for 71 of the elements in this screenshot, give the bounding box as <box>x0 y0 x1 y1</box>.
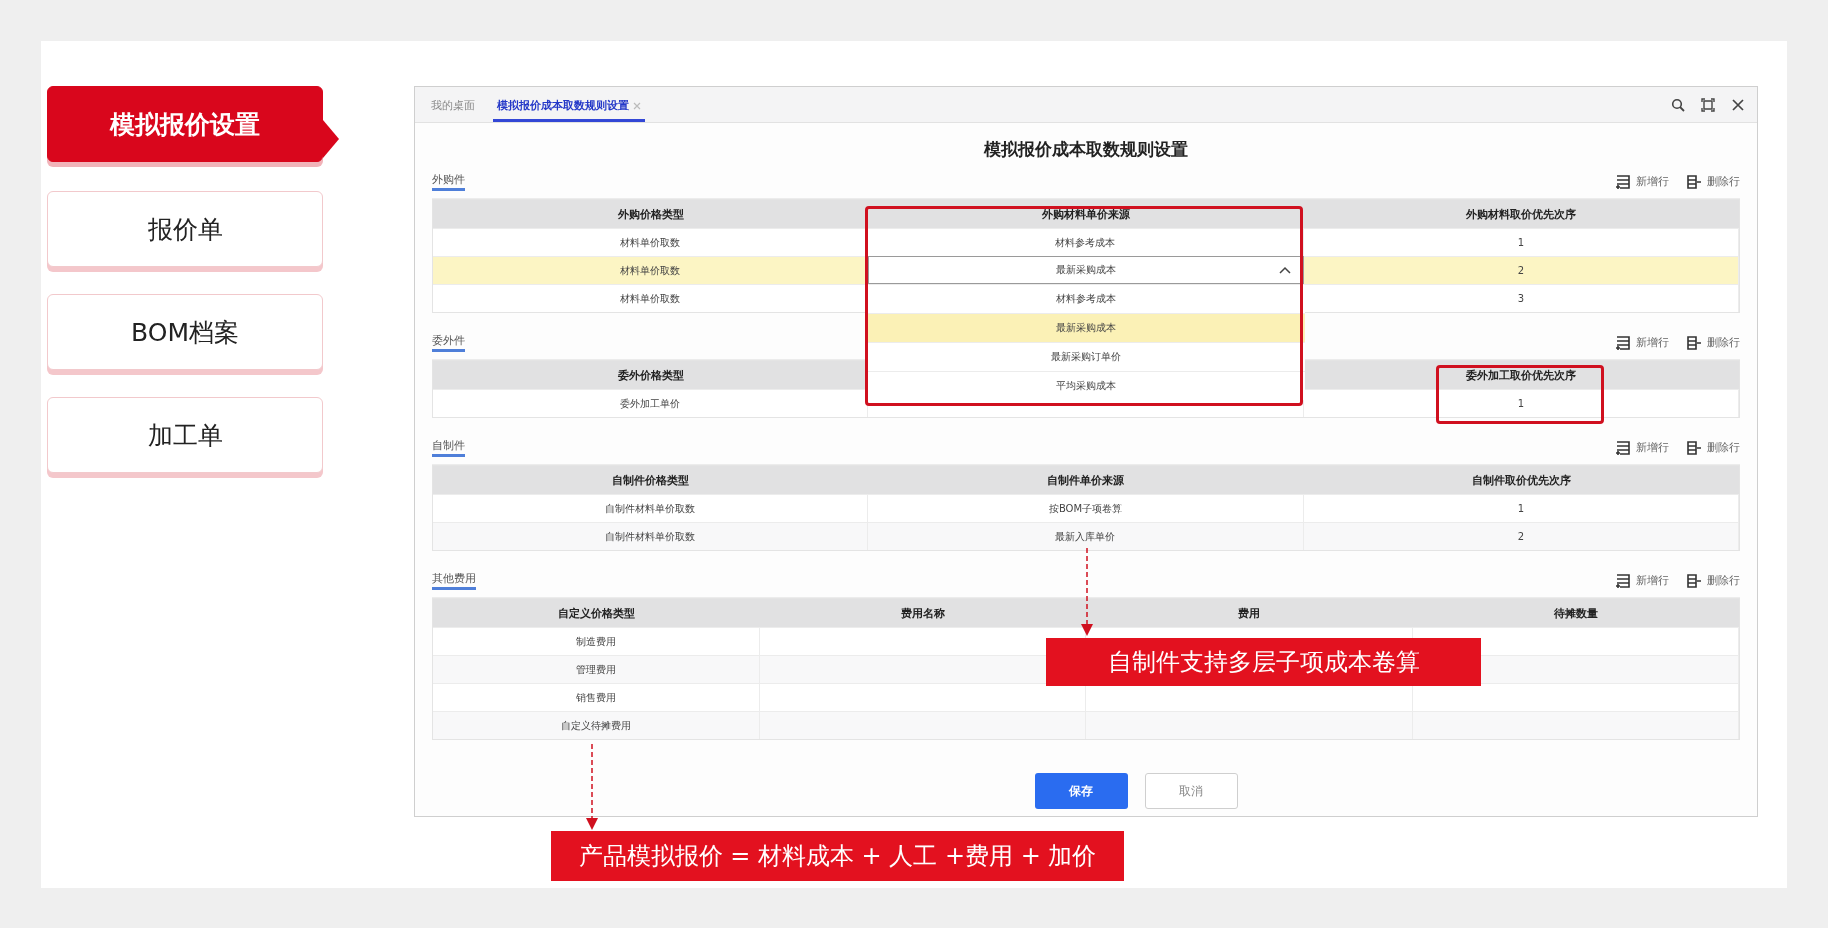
column-header: 自制件单价来源 <box>1047 472 1125 488</box>
delete-row-icon <box>1687 440 1701 455</box>
table-row[interactable]: 自定义待摊费用 <box>433 711 760 739</box>
tab[interactable]: 模拟报价成本取数规则设置 <box>493 98 645 122</box>
table-cell: 最新入库单价 <box>1055 529 1116 544</box>
table-row[interactable]: 委外加工单价 <box>433 389 869 417</box>
add-row-button[interactable]: 新增行 <box>1616 440 1669 455</box>
section-title: 自制件 <box>432 438 465 457</box>
dropdown-field[interactable]: 最新采购成本 <box>868 256 1304 284</box>
table-row[interactable]: 管理费用 <box>433 655 760 683</box>
delete-row-button[interactable]: 删除行 <box>1687 174 1740 189</box>
callout-label: 产品模拟报价 = 材料成本 + 人工 +费用 + 加价 <box>551 831 1124 881</box>
page-title: 模拟报价成本取数规则设置 <box>984 138 1188 161</box>
pointer-arrow <box>323 119 339 158</box>
add-row-button[interactable]: 新增行 <box>1616 335 1669 350</box>
dropdown-option[interactable]: 最新采购成本 <box>867 313 1305 342</box>
maximize-icon[interactable] <box>1701 97 1715 112</box>
section-title: 外购件 <box>432 172 465 191</box>
section-title: 其他费用 <box>432 571 476 590</box>
section-title: 委外件 <box>432 333 465 352</box>
column-header: 委外价格类型 <box>617 367 684 383</box>
add-row-icon <box>1616 440 1630 455</box>
table-cell: 制造费用 <box>575 634 616 649</box>
column-header: 外购材料取价优先次序 <box>1466 206 1577 222</box>
add-row-button[interactable]: 新增行 <box>1616 573 1669 588</box>
dropdown-option[interactable]: 最新采购订单价 <box>867 342 1305 371</box>
column-header: 费用 <box>1238 605 1261 621</box>
column-header: 外购价格类型 <box>617 206 684 222</box>
save-button[interactable]: 保存 <box>1034 773 1128 809</box>
table-cell: 1 <box>1517 398 1524 409</box>
table-cell: 2 <box>1517 265 1524 276</box>
close-icon[interactable] <box>1731 97 1745 112</box>
add-row-icon <box>1616 573 1630 588</box>
table-cell: 材料单价取数 <box>620 291 681 306</box>
column-header: 自制件取价优先次序 <box>1471 472 1571 488</box>
table-cell: 材料单价取数 <box>620 263 681 278</box>
table-cell: 1 <box>1517 503 1524 514</box>
table-row[interactable]: 销售费用 <box>433 683 760 711</box>
add-row-button[interactable]: 新增行 <box>1616 174 1669 189</box>
column-header: 自制件价格类型 <box>612 472 690 488</box>
table-cell: 3 <box>1517 293 1524 304</box>
delete-row-icon <box>1687 174 1701 189</box>
delete-row-button[interactable]: 删除行 <box>1687 440 1740 455</box>
table-cell: 自制件材料单价取数 <box>605 529 696 544</box>
delete-row-icon <box>1687 335 1701 350</box>
callout-label: 自制件支持多层子项成本卷算 <box>1046 638 1481 686</box>
column-header: 委外加工取价优先次序 <box>1466 367 1577 383</box>
table-cell: 销售费用 <box>575 690 616 705</box>
table-row[interactable]: 制造费用 <box>433 627 760 655</box>
column-header: 待摊数量 <box>1553 605 1598 621</box>
column-header: 外购材料单价来源 <box>1042 206 1130 222</box>
add-row-icon <box>1616 174 1630 189</box>
delete-row-icon <box>1687 573 1701 588</box>
table-cell: 材料参考成本 <box>1055 235 1116 250</box>
column-header: 自定义价格类型 <box>557 605 635 621</box>
delete-row-button[interactable]: 删除行 <box>1687 335 1740 350</box>
table-cell: 自制件材料单价取数 <box>605 501 696 516</box>
table-cell: 1 <box>1517 237 1524 248</box>
table-row[interactable]: 自制件材料单价取数 <box>433 494 869 522</box>
table-cell: 材料单价取数 <box>620 235 681 250</box>
cancel-button[interactable]: 取消 <box>1144 773 1238 809</box>
search-icon[interactable] <box>1671 97 1685 112</box>
column-header: 费用名称 <box>900 605 945 621</box>
delete-row-button[interactable]: 删除行 <box>1687 573 1740 588</box>
table-row[interactable]: 自制件材料单价取数 <box>433 522 869 550</box>
table-cell: 自定义待摊费用 <box>560 718 631 733</box>
add-row-icon <box>1616 335 1630 350</box>
table-cell: 按BOM子项卷算 <box>1048 501 1123 516</box>
table-cell: 管理费用 <box>575 662 616 677</box>
table-cell: 委外加工单价 <box>620 396 681 411</box>
table-cell: 2 <box>1517 531 1524 542</box>
